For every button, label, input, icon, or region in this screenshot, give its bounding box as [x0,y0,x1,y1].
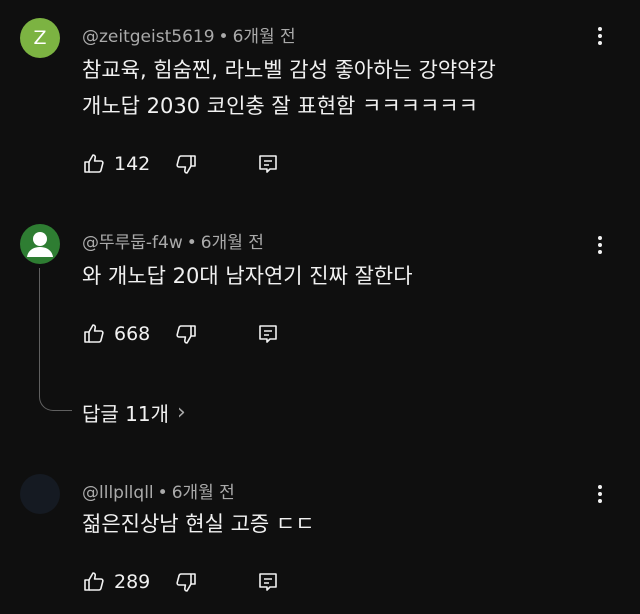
replies-count-label: 답글 11개 [82,402,170,426]
comment-text: 참교육, 힘숨찐, 라노벨 감성 좋아하는 강약약강 개노답 2030 코인충 … [82,52,496,124]
reply-button[interactable] [256,322,280,346]
like-icon [84,324,104,343]
view-replies-button[interactable]: 답글 11개 › [82,398,186,427]
dislike-button[interactable] [174,152,198,176]
comment-text: 젊은진상남 현실 고증 ㄷㄷ [82,506,315,542]
like-button[interactable]: 668 [82,322,150,346]
dislike-icon [176,325,197,344]
comment-time[interactable]: 6개월 전 [201,233,264,253]
more-icon[interactable] [588,231,612,259]
comment-3: @lllpllqll • 6개월 전 젊은진상남 현실 고증 ㄷㄷ 289 [0,466,640,614]
like-count: 142 [114,153,151,175]
dislike-button[interactable] [174,570,198,594]
reply-icon [259,573,278,591]
comment-text-line: 와 개노답 20대 남자연기 진짜 잘한다 [82,264,413,288]
comment-author[interactable]: @뚜루둡-f4w [82,233,183,253]
like-button[interactable]: 142 [82,152,150,176]
comment-1: Z @zeitgeist5619 • 6개월 전 참교육, 힘숨찐, 라노벨 감성 … [0,0,640,200]
more-icon[interactable] [588,480,612,508]
dislike-button[interactable] [174,322,198,346]
like-icon [84,154,104,173]
like-count: 668 [114,323,151,345]
reply-thread-line [39,268,72,411]
comment-text-line: 개노답 2030 코인충 잘 표현함 ㅋㅋㅋㅋㅋㅋ [82,94,478,118]
comment-text-line: 참교육, 힘숨찐, 라노벨 감성 좋아하는 강약약강 [82,58,496,82]
like-count: 289 [114,571,151,593]
comment-text-line: 젊은진상남 현실 고증 ㄷㄷ [82,512,315,536]
like-icon [84,572,104,591]
comment-time[interactable]: 6개월 전 [172,483,235,503]
comment-meta: @zeitgeist5619 • 6개월 전 [82,22,296,47]
meta-separator: • [218,27,229,47]
avatar-letter: Z [33,27,47,49]
chevron-right-icon: › [177,400,186,425]
avatar[interactable]: Z [20,18,60,58]
more-icon[interactable] [588,22,612,50]
comment-actions: 668 [82,320,280,348]
default-user-icon [27,232,53,257]
comment-meta: @lllpllqll • 6개월 전 [82,478,235,503]
dislike-icon [176,155,197,174]
comment-time[interactable]: 6개월 전 [233,27,296,47]
dislike-icon [176,573,197,592]
reply-icon [259,325,278,343]
comment-text: 와 개노답 20대 남자연기 진짜 잘한다 [82,258,413,294]
reply-icon [259,155,278,173]
avatar[interactable] [20,224,60,264]
comment-actions: 289 [82,568,280,596]
meta-separator: • [186,233,197,253]
reply-button[interactable] [256,152,280,176]
comment-actions: 142 [82,150,280,178]
like-button[interactable]: 289 [82,570,150,594]
avatar[interactable] [20,474,60,514]
comment-meta: @뚜루둡-f4w • 6개월 전 [82,228,264,253]
comment-author[interactable]: @zeitgeist5619 [82,27,215,47]
meta-separator: • [157,483,168,503]
reply-button[interactable] [256,570,280,594]
comment-author[interactable]: @lllpllqll [82,483,154,503]
